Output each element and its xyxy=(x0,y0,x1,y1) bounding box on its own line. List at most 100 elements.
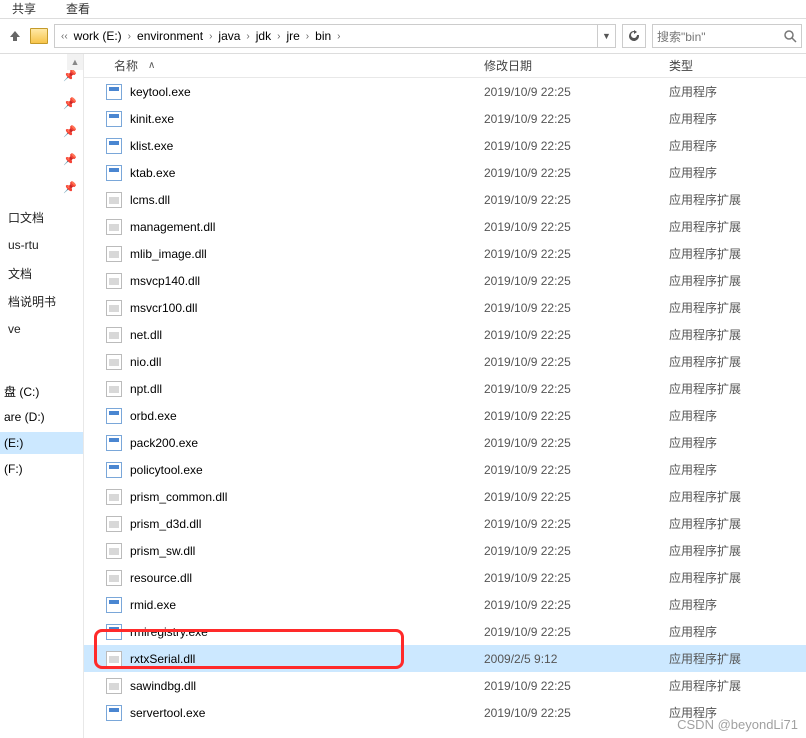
file-row[interactable]: resource.dll2019/10/9 22:25应用程序扩展 xyxy=(84,564,806,591)
file-name: msvcp140.dll xyxy=(130,274,200,288)
file-row[interactable]: keytool.exe2019/10/9 22:25应用程序 xyxy=(84,78,806,105)
refresh-icon xyxy=(627,29,641,43)
sidebar-item[interactable]: 口文档 xyxy=(0,206,83,228)
file-row[interactable]: pack200.exe2019/10/9 22:25应用程序 xyxy=(84,429,806,456)
file-name: mlib_image.dll xyxy=(130,247,207,261)
sidebar-drive[interactable]: (E:) xyxy=(0,432,83,454)
file-date: 2019/10/9 22:25 xyxy=(484,436,669,450)
breadcrumb-item[interactable]: work (E:) xyxy=(70,29,126,43)
search-input[interactable]: 搜索"bin" xyxy=(652,24,802,48)
sidebar-item[interactable]: us-rtu xyxy=(0,234,83,256)
file-date: 2019/10/9 22:25 xyxy=(484,382,669,396)
file-row[interactable]: policytool.exe2019/10/9 22:25应用程序 xyxy=(84,456,806,483)
ribbon-tab-share[interactable]: 共享 xyxy=(12,0,36,18)
file-type: 应用程序扩展 xyxy=(669,245,806,262)
sidebar-item[interactable]: ve xyxy=(0,318,83,340)
watermark: CSDN @beyondLi71 xyxy=(677,717,798,732)
sidebar-drive-label: (F:) xyxy=(4,462,23,476)
file-row[interactable]: rmid.exe2019/10/9 22:25应用程序 xyxy=(84,591,806,618)
quick-access-pinned[interactable]: 📌 xyxy=(0,176,83,198)
file-name: resource.dll xyxy=(130,571,192,585)
file-row[interactable]: mlib_image.dll2019/10/9 22:25应用程序扩展 xyxy=(84,240,806,267)
breadcrumb-item[interactable]: bin xyxy=(311,29,335,43)
file-type: 应用程序扩展 xyxy=(669,218,806,235)
quick-access-pinned[interactable]: 📌 xyxy=(0,92,83,114)
sidebar-item[interactable]: 文档 xyxy=(0,262,83,284)
dll-icon xyxy=(106,570,122,586)
column-header-name[interactable]: 名称 ∧ xyxy=(84,57,484,74)
file-name: net.dll xyxy=(130,328,162,342)
ribbon-tab-view[interactable]: 查看 xyxy=(66,0,90,18)
breadcrumb-item[interactable]: java xyxy=(214,29,244,43)
file-type: 应用程序扩展 xyxy=(669,677,806,694)
file-name: sawindbg.dll xyxy=(130,679,196,693)
chevron-left-icon[interactable]: ‹‹ xyxy=(59,31,70,42)
refresh-button[interactable] xyxy=(622,24,646,48)
breadcrumb-item[interactable]: jdk xyxy=(252,29,275,43)
file-row[interactable]: sawindbg.dll2019/10/9 22:25应用程序扩展 xyxy=(84,672,806,699)
chevron-right-icon: › xyxy=(275,31,282,42)
file-type: 应用程序扩展 xyxy=(669,569,806,586)
sidebar-drive[interactable]: are (D:) xyxy=(0,406,83,428)
folder-icon xyxy=(30,28,48,44)
file-type: 应用程序 xyxy=(669,623,806,640)
file-date: 2019/10/9 22:25 xyxy=(484,193,669,207)
file-row[interactable]: prism_common.dll2019/10/9 22:25应用程序扩展 xyxy=(84,483,806,510)
dll-icon xyxy=(106,381,122,397)
file-name: nio.dll xyxy=(130,355,161,369)
column-header-date[interactable]: 修改日期 xyxy=(484,57,669,74)
file-row[interactable]: nio.dll2019/10/9 22:25应用程序扩展 xyxy=(84,348,806,375)
file-name: policytool.exe xyxy=(130,463,203,477)
file-type: 应用程序 xyxy=(669,407,806,424)
chevron-up-icon: ▲ xyxy=(71,57,80,67)
sidebar-drive-label: 盘 (C:) xyxy=(4,383,39,400)
file-name: rmid.exe xyxy=(130,598,176,612)
sidebar-item[interactable]: 档说明书 xyxy=(0,290,83,312)
file-type: 应用程序扩展 xyxy=(669,515,806,532)
quick-access-pinned[interactable]: 📌 xyxy=(0,148,83,170)
breadcrumb-item[interactable]: jre xyxy=(282,29,303,43)
chevron-down-icon: ▼ xyxy=(602,31,611,41)
exe-icon xyxy=(106,165,122,181)
file-row[interactable]: prism_sw.dll2019/10/9 22:25应用程序扩展 xyxy=(84,537,806,564)
file-row[interactable]: rmiregistry.exe2019/10/9 22:25应用程序 xyxy=(84,618,806,645)
file-row[interactable]: klist.exe2019/10/9 22:25应用程序 xyxy=(84,132,806,159)
dll-icon xyxy=(106,354,122,370)
quick-access-pinned[interactable]: 📌 xyxy=(0,120,83,142)
file-date: 2019/10/9 22:25 xyxy=(484,328,669,342)
sidebar-drive[interactable]: (F:) xyxy=(0,458,83,480)
file-row[interactable]: kinit.exe2019/10/9 22:25应用程序 xyxy=(84,105,806,132)
sidebar-item-label: 口文档 xyxy=(8,209,44,226)
column-header-type[interactable]: 类型 xyxy=(669,57,806,74)
file-row[interactable]: net.dll2019/10/9 22:25应用程序扩展 xyxy=(84,321,806,348)
chevron-right-icon: › xyxy=(207,31,214,42)
history-dropdown[interactable]: ▼ xyxy=(598,24,616,48)
file-row[interactable]: lcms.dll2019/10/9 22:25应用程序扩展 xyxy=(84,186,806,213)
file-type: 应用程序 xyxy=(669,461,806,478)
search-icon xyxy=(783,29,797,43)
sidebar-scroll-up[interactable]: ▲ xyxy=(67,54,83,70)
file-row[interactable]: rxtxSerial.dll2009/2/5 9:12应用程序扩展 xyxy=(84,645,806,672)
file-name: kinit.exe xyxy=(130,112,174,126)
breadcrumb-item[interactable]: environment xyxy=(133,29,207,43)
file-type: 应用程序扩展 xyxy=(669,542,806,559)
chevron-right-icon: › xyxy=(126,31,133,42)
file-name: npt.dll xyxy=(130,382,162,396)
file-row[interactable]: prism_d3d.dll2019/10/9 22:25应用程序扩展 xyxy=(84,510,806,537)
file-name: management.dll xyxy=(130,220,215,234)
sidebar-drive-label: (E:) xyxy=(4,436,23,450)
chevron-right-icon: › xyxy=(335,31,342,42)
pin-icon: 📌 xyxy=(63,153,77,166)
breadcrumb[interactable]: ‹‹work (E:)›environment›java›jdk›jre›bin… xyxy=(54,24,598,48)
file-row[interactable]: management.dll2019/10/9 22:25应用程序扩展 xyxy=(84,213,806,240)
file-row[interactable]: msvcp140.dll2019/10/9 22:25应用程序扩展 xyxy=(84,267,806,294)
file-date: 2009/2/5 9:12 xyxy=(484,652,669,666)
file-row[interactable]: ktab.exe2019/10/9 22:25应用程序 xyxy=(84,159,806,186)
sidebar-drive[interactable]: 盘 (C:) xyxy=(0,380,83,402)
file-row[interactable]: msvcr100.dll2019/10/9 22:25应用程序扩展 xyxy=(84,294,806,321)
nav-up-button[interactable] xyxy=(6,27,24,45)
file-row[interactable]: orbd.exe2019/10/9 22:25应用程序 xyxy=(84,402,806,429)
file-type: 应用程序扩展 xyxy=(669,380,806,397)
exe-icon xyxy=(106,111,122,127)
file-row[interactable]: npt.dll 2019/10/9 22:25应用程序扩展 xyxy=(84,375,806,402)
